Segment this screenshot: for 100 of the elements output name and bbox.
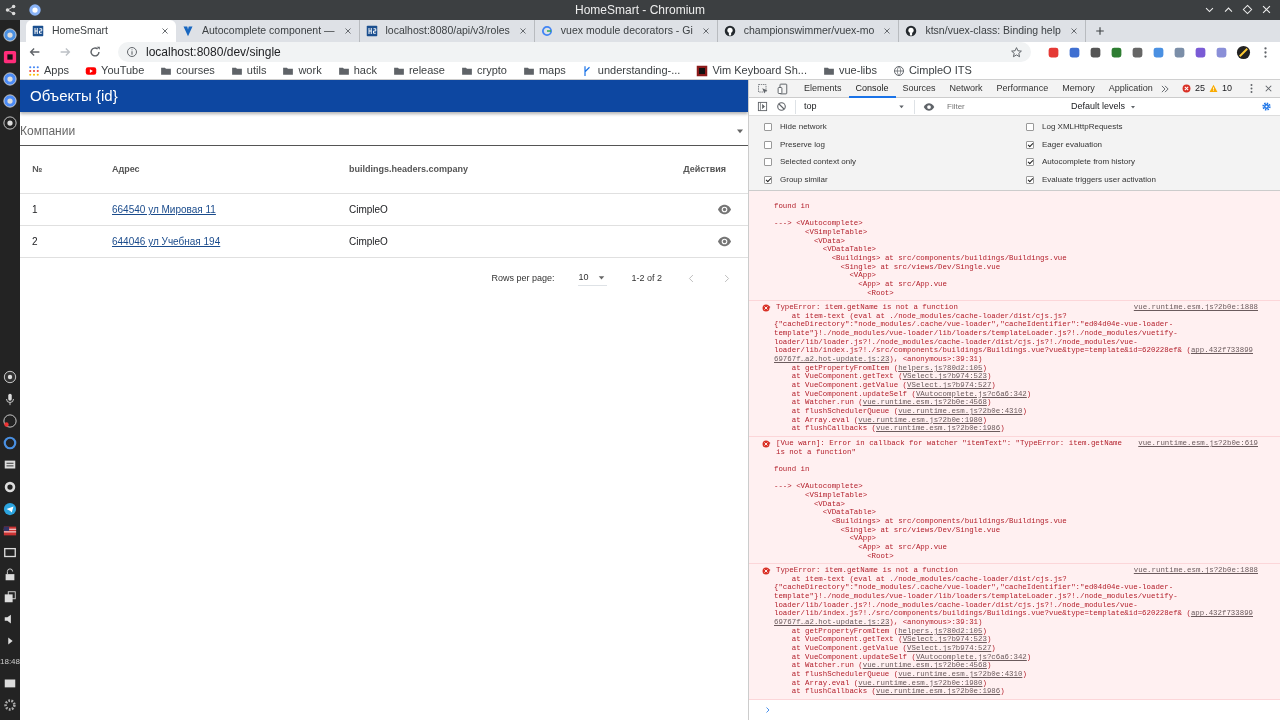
error-count[interactable]: 25: [1194, 82, 1205, 96]
devtools-tab[interactable]: Sources: [895, 79, 943, 98]
reload-icon[interactable]: [88, 45, 102, 59]
close-icon[interactable]: [517, 26, 528, 36]
checkbox[interactable]: [1026, 140, 1034, 149]
checkbox-label: Preserve log: [780, 138, 825, 151]
settings-icon[interactable]: [3, 698, 17, 712]
launcher-icon[interactable]: [3, 94, 17, 108]
device-icon[interactable]: [777, 82, 789, 95]
bookmark[interactable]: YouTube: [85, 62, 145, 79]
bookmark[interactable]: courses: [160, 62, 215, 79]
extension-icon[interactable]: [1047, 45, 1060, 59]
maximize-icon[interactable]: [1223, 4, 1234, 15]
site-icon: [32, 25, 44, 37]
expand-icon[interactable]: [766, 304, 772, 311]
tray-icon[interactable]: [3, 502, 17, 516]
bookmark[interactable]: crypto: [460, 62, 507, 79]
extension-icon[interactable]: [1089, 45, 1102, 59]
extension-icon[interactable]: [1173, 45, 1186, 59]
column-header[interactable]: Адрес: [112, 163, 349, 177]
new-tab-icon[interactable]: [1093, 25, 1106, 37]
column-header[interactable]: №: [20, 163, 112, 177]
live-expression-icon[interactable]: [923, 100, 935, 113]
context-select[interactable]: top: [795, 100, 915, 114]
tray-icon[interactable]: [3, 568, 17, 582]
inspect-icon[interactable]: [757, 82, 769, 95]
close-icon[interactable]: [1068, 26, 1079, 36]
more-tabs-icon[interactable]: [1159, 83, 1170, 94]
bookmark[interactable]: understanding-...: [581, 62, 681, 79]
devtools-tab[interactable]: Performance: [989, 79, 1056, 98]
extension-icon[interactable]: [1068, 45, 1081, 59]
browser-tab[interactable]: HomeSmart: [26, 20, 176, 42]
column-header[interactable]: buildings.headers.company: [349, 163, 638, 177]
browser-icon[interactable]: [28, 3, 42, 17]
devtools-tab[interactable]: Console: [848, 79, 896, 98]
column-header[interactable]: Действия: [638, 163, 748, 177]
rows-per-page-select[interactable]: 10: [578, 271, 608, 286]
close-icon[interactable]: [882, 26, 893, 36]
devtools-tab[interactable]: Memory: [1055, 79, 1102, 98]
bookmark-icon: [696, 64, 709, 77]
address-link[interactable]: 644046 ул Учебная 194: [112, 236, 221, 248]
devtools-tab[interactable]: Elements: [797, 79, 849, 98]
launcher-icon[interactable]: [3, 116, 17, 130]
avatar[interactable]: [1236, 44, 1251, 60]
launcher-icon[interactable]: [3, 50, 17, 64]
warning-count[interactable]: 10: [1222, 82, 1232, 96]
address-bar[interactable]: localhost:8080/dev/single: [118, 42, 1031, 62]
close-icon[interactable]: [342, 26, 353, 36]
star-icon[interactable]: [1010, 45, 1023, 59]
table-cell-text: CimpleO: [349, 203, 389, 218]
levels-dropdown[interactable]: Default levels: [1071, 100, 1138, 114]
bookmark[interactable]: Apps: [28, 62, 70, 79]
tray-icon[interactable]: [3, 480, 17, 494]
checkbox[interactable]: [1026, 175, 1034, 184]
close-icon[interactable]: [1261, 4, 1272, 15]
address-link[interactable]: 664540 ул Мировая 11: [112, 204, 216, 216]
company-select[interactable]: Компании: [20, 116, 748, 147]
tray-icon[interactable]: [3, 590, 17, 604]
bookmark[interactable]: work: [282, 62, 322, 79]
error-icon: [762, 567, 770, 576]
checkbox[interactable]: [764, 158, 772, 167]
devtools-tab[interactable]: Network: [942, 79, 990, 98]
tray-icon[interactable]: [3, 458, 17, 472]
checkbox[interactable]: [764, 140, 772, 149]
bookmark[interactable]: hack: [337, 62, 377, 79]
bookmark[interactable]: CimpleO ITS: [892, 62, 972, 79]
tray-icon[interactable]: [3, 546, 17, 560]
extension-icon[interactable]: [1194, 45, 1207, 59]
prompt-icon[interactable]: [764, 706, 772, 714]
extension-icon[interactable]: [1110, 45, 1123, 59]
extension-icon[interactable]: [1131, 45, 1144, 59]
close-icon[interactable]: [160, 26, 170, 36]
checkbox[interactable]: [1026, 158, 1034, 167]
checkbox[interactable]: [764, 175, 772, 184]
launcher-icon[interactable]: [3, 72, 17, 86]
sidebar-icon[interactable]: [757, 101, 768, 113]
bookmark[interactable]: vue-libs: [823, 62, 877, 79]
bookmark[interactable]: Vim Keyboard Sh...: [696, 62, 807, 79]
checkbox[interactable]: [764, 123, 772, 132]
expand-icon[interactable]: [766, 567, 772, 574]
tray-icon[interactable]: [3, 392, 17, 406]
checkbox-label: Evaluate triggers user activation: [1042, 173, 1156, 186]
bookmark[interactable]: utils: [230, 62, 267, 79]
keep-above-icon[interactable]: [1242, 4, 1253, 15]
settings-icon[interactable]: [1261, 101, 1272, 113]
devtools-tab[interactable]: Application: [1101, 79, 1160, 98]
bookmark[interactable]: maps: [522, 62, 566, 79]
close-icon[interactable]: [700, 26, 711, 36]
table-cell-text: 2: [31, 235, 39, 250]
window-title: HomeSmart - Chromium: [575, 2, 705, 19]
bookmark[interactable]: release: [392, 62, 445, 79]
extension-icon[interactable]: [1152, 45, 1165, 59]
kde-menu-icon[interactable]: [4, 3, 18, 17]
back-icon[interactable]: [28, 45, 42, 59]
clear-icon[interactable]: [776, 101, 787, 113]
expand-icon[interactable]: [766, 440, 772, 446]
table-cell-text: CimpleO: [349, 235, 389, 250]
tray-icon[interactable]: [3, 524, 17, 538]
launcher-icon[interactable]: [3, 28, 17, 42]
checkbox[interactable]: [1026, 123, 1034, 132]
